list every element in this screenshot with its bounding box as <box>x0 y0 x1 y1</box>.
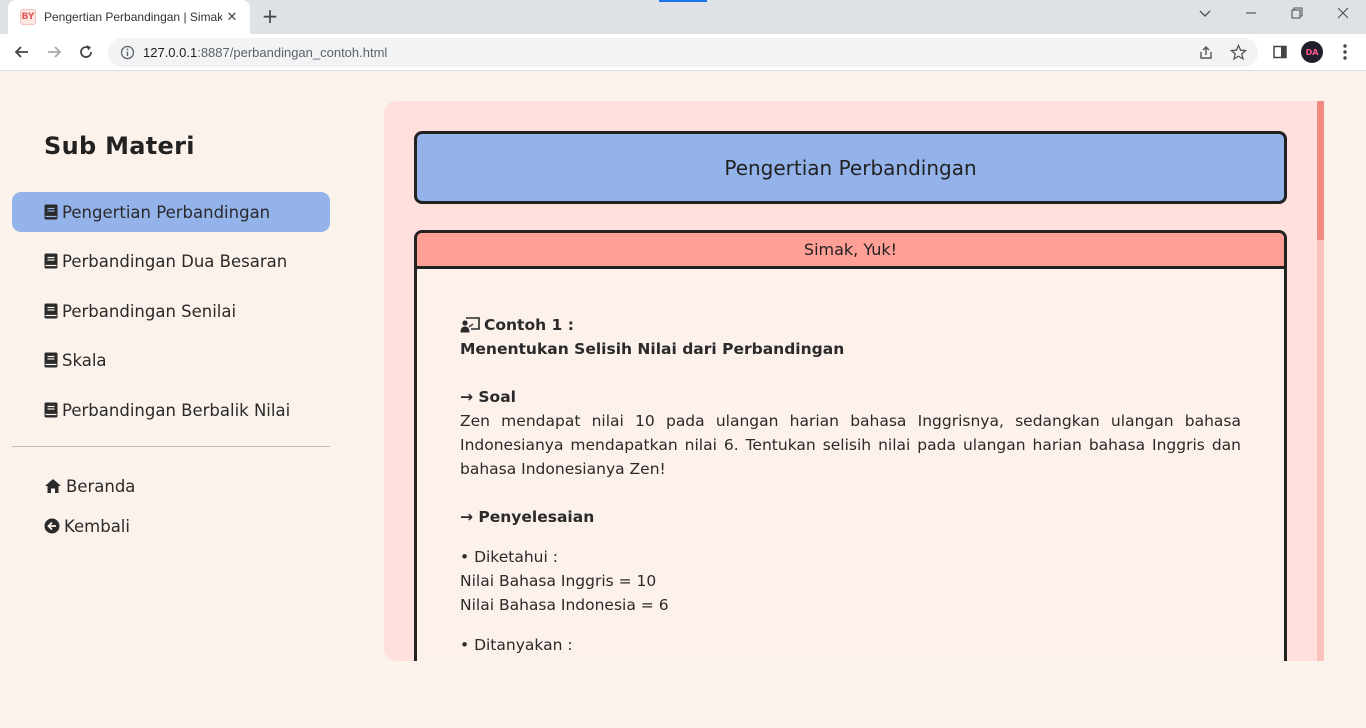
sidebar-item-perbandingan-dua-besaran[interactable]: Perbandingan Dua Besaran <box>12 241 330 281</box>
profile-avatar[interactable]: DA <box>1301 41 1323 63</box>
sidebar-item-label: Perbandingan Berbalik Nilai <box>62 400 291 420</box>
sidebar-item-pengertian-perbandingan[interactable]: Pengertian Perbandingan <box>12 192 330 232</box>
page-title: Pengertian Perbandingan <box>414 131 1287 204</box>
soal-label: → Soal <box>460 388 516 406</box>
home-icon <box>45 479 61 493</box>
book-icon <box>44 402 58 418</box>
card-header: Simak, Yuk! <box>417 233 1284 269</box>
reload-icon[interactable] <box>73 40 99 64</box>
soal-text: Zen mendapat nilai 10 pada ulangan haria… <box>460 412 1241 478</box>
scrollbar-thumb[interactable] <box>1317 101 1324 240</box>
sidebar-link-kembali[interactable]: Kembali <box>12 506 330 546</box>
tab-close-icon[interactable]: ✕ <box>224 10 240 25</box>
forward-icon[interactable] <box>41 40 67 64</box>
sidebar-item-label: Perbandingan Senilai <box>62 301 237 321</box>
tab-title: Pengertian Perbandingan | Simak, Yuk! <box>44 10 222 24</box>
example-label: Contoh 1 : <box>484 316 574 334</box>
minimize-icon[interactable] <box>1241 6 1261 24</box>
arrow-circle-left-icon <box>44 518 60 534</box>
ditanyakan-label: • Ditanyakan : <box>460 636 573 654</box>
browser-tab[interactable]: BY Pengertian Perbandingan | Simak, Yuk!… <box>8 0 250 34</box>
more-menu-icon[interactable] <box>1332 40 1358 64</box>
sidebar-link-beranda[interactable]: Beranda <box>12 466 330 506</box>
example-heading: Menentukan Selisih Nilai dari Perbanding… <box>460 340 845 358</box>
tab-search-icon[interactable] <box>1195 6 1215 24</box>
content-panel: Pengertian Perbandingan Simak, Yuk! Cont… <box>384 101 1324 661</box>
book-icon <box>44 204 58 220</box>
book-icon <box>44 303 58 319</box>
card-body: Contoh 1 : Menentukan Selisih Nilai dari… <box>417 269 1284 657</box>
example-card: Simak, Yuk! Contoh 1 : Menentukan Selisi… <box>414 230 1287 661</box>
sidebar-item-perbandingan-senilai[interactable]: Perbandingan Senilai <box>12 291 330 331</box>
close-window-icon[interactable] <box>1333 6 1353 24</box>
diketahui-item: Nilai Bahasa Inggris = 10 <box>460 572 657 590</box>
site-info-icon[interactable] <box>120 45 135 60</box>
side-panel-icon[interactable] <box>1267 40 1293 64</box>
sidebar-item-label: Skala <box>62 350 107 370</box>
browser-tab-bar: BY Pengertian Perbandingan | Simak, Yuk!… <box>0 0 1366 34</box>
sidebar-item-label: Pengertian Perbandingan <box>62 202 271 222</box>
share-icon[interactable] <box>1198 45 1214 61</box>
book-icon <box>44 253 58 269</box>
sidebar-link-label: Beranda <box>66 476 136 496</box>
sidebar-item-skala[interactable]: Skala <box>12 340 330 380</box>
book-icon <box>44 352 58 368</box>
address-bar[interactable]: 127.0.0.1:8887/perbandingan_contoh.html <box>108 38 1258 67</box>
tab-favicon-icon: BY <box>20 9 36 25</box>
penyelesaian-label: → Penyelesaian <box>460 508 595 526</box>
back-icon[interactable] <box>9 40 35 64</box>
sidebar-item-label: Perbandingan Dua Besaran <box>62 251 288 271</box>
diketahui-item: Nilai Bahasa Indonesia = 6 <box>460 596 669 614</box>
new-tab-button[interactable]: + <box>258 6 282 28</box>
chalkboard-teacher-icon <box>460 317 480 333</box>
sidebar-item-perbandingan-berbalik-nilai[interactable]: Perbandingan Berbalik Nilai <box>12 390 330 430</box>
url-host: 127.0.0.1 <box>143 45 198 60</box>
bookmark-star-icon[interactable] <box>1230 44 1247 61</box>
sidebar-link-label: Kembali <box>64 516 130 536</box>
browser-toolbar: 127.0.0.1:8887/perbandingan_contoh.html … <box>0 34 1366 71</box>
url-path: :8887/perbandingan_contoh.html <box>197 45 388 60</box>
tab-strip-indicator <box>659 0 707 2</box>
sidebar-divider <box>12 446 330 447</box>
diketahui-label: • Diketahui : <box>460 548 558 566</box>
restore-icon[interactable] <box>1287 6 1307 24</box>
sidebar-title: Sub Materi <box>44 132 195 160</box>
